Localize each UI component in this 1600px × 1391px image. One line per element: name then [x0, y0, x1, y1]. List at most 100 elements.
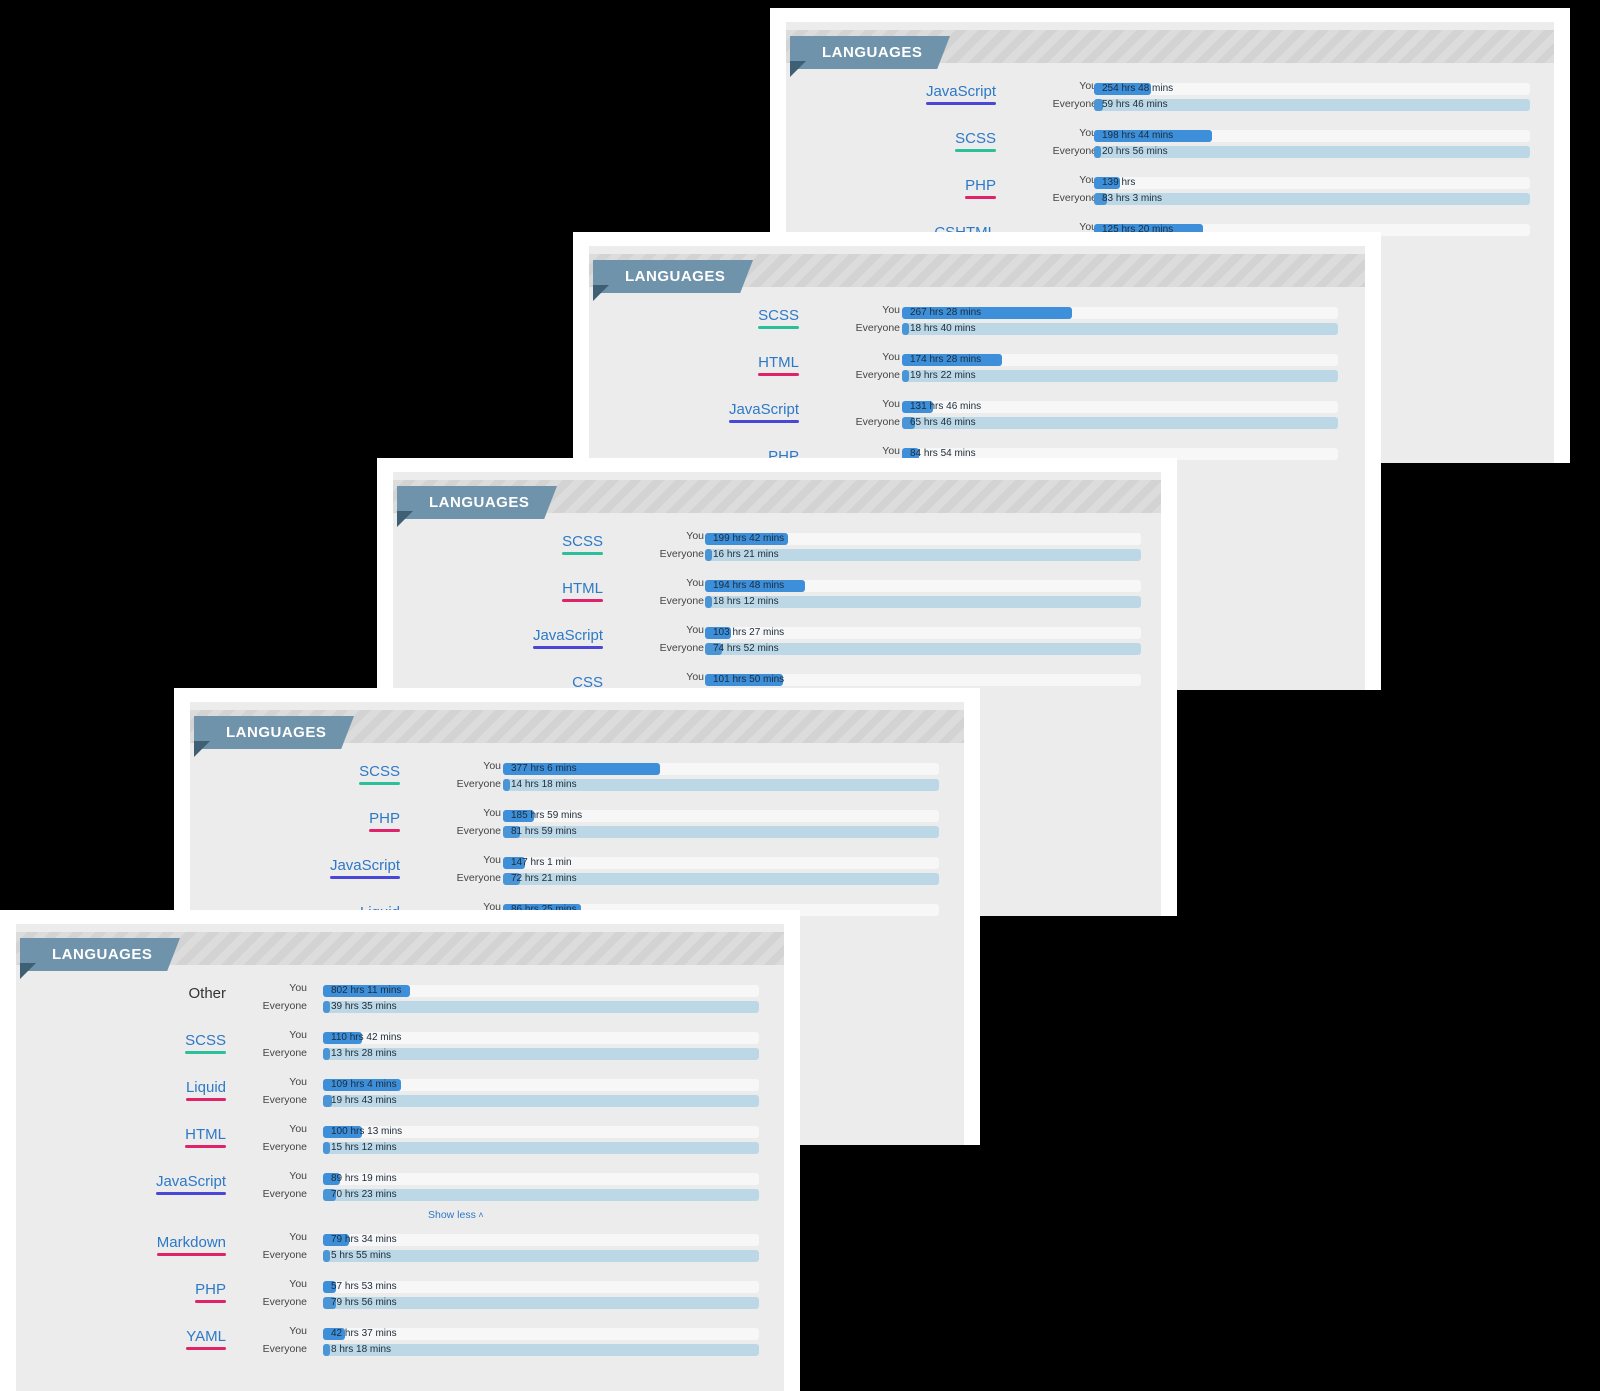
you-time: 194 hrs 48 mins: [713, 580, 785, 591]
you-bar: 194 hrs 48 mins: [705, 580, 1141, 592]
you-label: You: [483, 760, 501, 772]
everyone-bar-fill: [705, 596, 712, 608]
language-underline: [329, 876, 400, 879]
language-label: PHP: [195, 1281, 226, 1298]
language-name[interactable]: SCSS: [758, 307, 799, 329]
language-name[interactable]: SCSS: [359, 763, 400, 785]
language-name[interactable]: SCSS: [562, 533, 603, 555]
you-label: You: [289, 1123, 307, 1135]
everyone-label: Everyone: [1052, 145, 1097, 157]
language-name[interactable]: PHP: [369, 810, 400, 832]
language-underline: [195, 1300, 226, 1303]
language-row: Liquid You 109 hrs 4 mins Everyone 19 hrs 43…: [16, 1076, 784, 1123]
language-underline: [965, 196, 996, 199]
you-bar: 110 hrs 42 mins: [323, 1032, 759, 1044]
everyone-time: 18 hrs 40 mins: [910, 323, 976, 334]
you-bar: 57 hrs 53 mins: [323, 1281, 759, 1293]
you-label: You: [289, 1231, 307, 1243]
language-underline: [758, 373, 799, 376]
you-time: 198 hrs 44 mins: [1102, 130, 1174, 141]
language-name[interactable]: JavaScript: [329, 857, 400, 879]
everyone-label: Everyone: [262, 1094, 307, 1106]
panel-body: LANGUAGES Other You 802 hrs 11 mins Everyone…: [16, 924, 784, 1391]
you-bar: 89 hrs 19 mins: [323, 1173, 759, 1185]
section-title: LANGUAGES: [397, 486, 557, 519]
you-label: You: [289, 1076, 307, 1088]
everyone-time: 81 hrs 59 mins: [511, 826, 577, 837]
you-bar: 131 hrs 46 mins: [902, 401, 1338, 413]
everyone-time: 59 hrs 46 mins: [1102, 99, 1168, 110]
languages-panel: LANGUAGES Other You 802 hrs 11 mins Everyone…: [0, 910, 800, 1391]
everyone-label: Everyone: [1052, 98, 1097, 110]
language-name[interactable]: JavaScript: [728, 401, 799, 423]
everyone-label: Everyone: [262, 1141, 307, 1153]
you-label: You: [686, 671, 704, 683]
language-name[interactable]: PHP: [965, 177, 996, 199]
language-row: JavaScript You 254 hrs 48 mins Everyone 59 h…: [786, 80, 1554, 127]
you-time: 79 hrs 34 mins: [331, 1234, 397, 1245]
you-time: 174 hrs 28 mins: [910, 354, 982, 365]
language-name[interactable]: YAML: [186, 1328, 226, 1350]
everyone-bar: 19 hrs 43 mins: [323, 1095, 759, 1107]
you-label: You: [289, 1325, 307, 1337]
language-name[interactable]: JavaScript: [155, 1173, 226, 1195]
language-label: SCSS: [562, 533, 603, 550]
you-bar: 147 hrs 1 min: [503, 857, 939, 869]
language-row: SCSS You 198 hrs 44 mins Everyone 20 hrs 56 …: [786, 127, 1554, 174]
everyone-label: Everyone: [855, 416, 900, 428]
everyone-time: 19 hrs 22 mins: [910, 370, 976, 381]
you-time: 254 hrs 48 mins: [1102, 83, 1174, 94]
you-bar: 198 hrs 44 mins: [1094, 130, 1530, 142]
language-label: JavaScript: [329, 857, 400, 874]
everyone-time: 70 hrs 23 mins: [331, 1189, 397, 1200]
language-underline: [369, 829, 400, 832]
language-underline: [728, 420, 799, 423]
language-label: SCSS: [758, 307, 799, 324]
everyone-time: 19 hrs 43 mins: [331, 1095, 397, 1106]
you-bar: 103 hrs 27 mins: [705, 627, 1141, 639]
everyone-bar: 70 hrs 23 mins: [323, 1189, 759, 1201]
everyone-bar: 18 hrs 12 mins: [705, 596, 1141, 608]
language-name[interactable]: SCSS: [185, 1032, 226, 1054]
everyone-bar-fill: [323, 1250, 330, 1262]
everyone-bar: 18 hrs 40 mins: [902, 323, 1338, 335]
language-name[interactable]: HTML: [185, 1126, 226, 1148]
language-name[interactable]: JavaScript: [532, 627, 603, 649]
language-row: JavaScript You 147 hrs 1 min Everyone 72 hrs…: [190, 854, 964, 901]
language-row: SCSS You 110 hrs 42 mins Everyone 13 hrs 28 …: [16, 1029, 784, 1076]
language-row: JavaScript You 131 hrs 46 mins Everyone 65 h…: [589, 398, 1365, 445]
section-title: LANGUAGES: [194, 716, 354, 749]
language-label: SCSS: [185, 1032, 226, 1049]
language-name[interactable]: HTML: [758, 354, 799, 376]
language-name[interactable]: SCSS: [955, 130, 996, 152]
language-name[interactable]: JavaScript: [925, 83, 996, 105]
language-label: HTML: [758, 354, 799, 371]
language-row: PHP You 185 hrs 59 mins Everyone 81 hrs 59 m…: [190, 807, 964, 854]
everyone-bar-fill: [705, 549, 712, 561]
language-name[interactable]: Other: [188, 985, 226, 1002]
language-underline: [562, 599, 603, 602]
everyone-bar-fill: [323, 1048, 330, 1060]
language-label: Markdown: [156, 1234, 226, 1251]
you-time: 131 hrs 46 mins: [910, 401, 982, 412]
you-time: 139 hrs: [1102, 177, 1136, 188]
language-name[interactable]: HTML: [562, 580, 603, 602]
language-row: YAML You 42 hrs 37 mins Everyone 8 hrs 18 mi…: [16, 1325, 784, 1372]
language-name[interactable]: Liquid: [185, 1079, 226, 1101]
you-bar: 109 hrs 4 mins: [323, 1079, 759, 1091]
language-row: HTML You 174 hrs 28 mins Everyone 19 hrs 22 …: [589, 351, 1365, 398]
section-banner: LANGUAGES: [786, 30, 1554, 69]
everyone-label: Everyone: [659, 548, 704, 560]
everyone-time: 65 hrs 46 mins: [910, 417, 976, 428]
everyone-time: 14 hrs 18 mins: [511, 779, 577, 790]
you-label: You: [882, 304, 900, 316]
language-label: PHP: [369, 810, 400, 827]
section-title: LANGUAGES: [593, 260, 753, 293]
everyone-bar: 8 hrs 18 mins: [323, 1344, 759, 1356]
everyone-label: Everyone: [262, 1047, 307, 1059]
show-less-row: Show less ˄: [16, 1209, 784, 1231]
everyone-bar: 5 hrs 55 mins: [323, 1250, 759, 1262]
show-less-link[interactable]: Show less ˄: [428, 1209, 484, 1221]
language-name[interactable]: PHP: [195, 1281, 226, 1303]
language-name[interactable]: Markdown: [156, 1234, 226, 1256]
